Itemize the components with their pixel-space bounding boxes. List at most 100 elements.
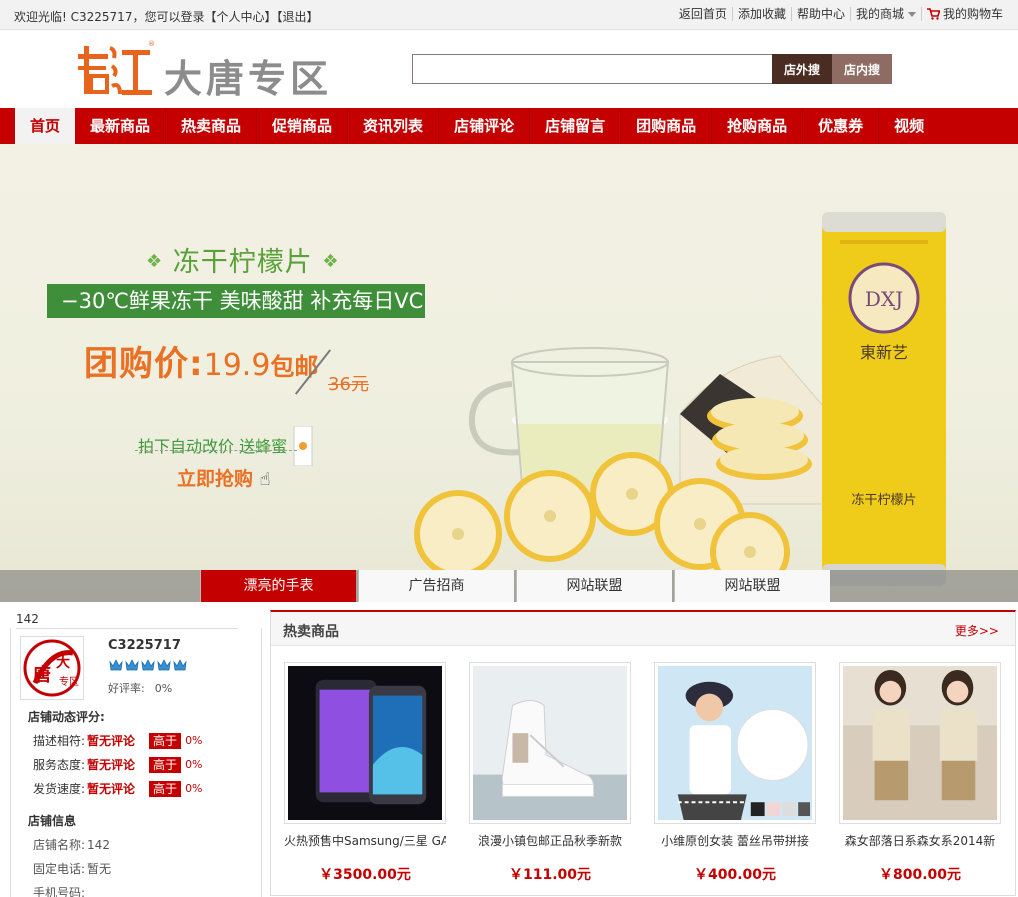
dress-image	[843, 666, 997, 820]
crown-icon	[157, 659, 171, 671]
svg-text:大: 大	[56, 654, 70, 671]
product-name[interactable]: 火热预售中Samsung/三星 GA	[284, 832, 446, 850]
shop-rating-crowns	[109, 658, 187, 672]
product-price: ￥400.00元	[693, 867, 777, 883]
score-label: 描述相符:	[33, 734, 86, 748]
banner-price: 团购价:19.9包邮	[84, 336, 318, 385]
product-card[interactable]: 火热预售中Samsung/三星 GA ￥3500.00元	[284, 662, 446, 884]
search-bar: 店外搜 店内搜	[412, 54, 892, 84]
info-label: 店铺名称:	[33, 838, 86, 852]
product-card[interactable]: 浪漫小镇包邮正品秋季新款 ￥111.00元	[469, 662, 631, 884]
logout-link[interactable]: 【退出】	[276, 10, 318, 24]
lower-section: 142 大 唐 专区 C3225717 好评率: 0% 店铺动态评分: 描述相符:…	[0, 602, 1018, 897]
product-name[interactable]: 小维原创女装 蕾丝吊带拼接	[654, 832, 816, 850]
top-bar: 欢迎光临! C3225717，您可以登录【个人中心】【退出】 返回首页 添加收藏…	[0, 0, 1018, 30]
promo-banner[interactable]: ❖ 冻干柠檬片 ❖ −30℃鲜果冻干 美味酸甜 补充每日VC 团购价:19.9包…	[0, 144, 1018, 602]
score-badge: 高于	[149, 732, 182, 749]
banner-tab-alliance-2[interactable]: 网站联盟	[674, 570, 830, 602]
banner-buy-link[interactable]: 立即抢购 ☝	[177, 464, 271, 491]
svg-text:专区: 专区	[59, 675, 79, 688]
score-percent: 0%	[185, 782, 203, 795]
product-image[interactable]	[284, 662, 446, 824]
banner-tab-watch[interactable]: 漂亮的手表	[200, 570, 356, 602]
nav-home[interactable]: 首页	[15, 108, 75, 144]
nav-promotions[interactable]: 促销商品	[257, 108, 349, 144]
crown-icon	[141, 659, 155, 671]
shop-info-title: 店铺信息	[28, 814, 77, 828]
crown-icon	[173, 659, 187, 671]
shop-name[interactable]: C3225717	[108, 638, 181, 653]
product-image[interactable]	[839, 662, 1001, 824]
user-center-link[interactable]: 【个人中心】	[204, 10, 276, 24]
shop-id: 142	[16, 612, 39, 626]
search-input[interactable]	[412, 54, 772, 84]
product-name[interactable]: 浪漫小镇包邮正品秋季新款	[469, 832, 631, 850]
dynamic-score-title: 店铺动态评分:	[28, 710, 105, 724]
ornament-icon: ❖	[146, 251, 164, 272]
score-row-shipping: 发货速度: 暂无评论 高于 0%	[33, 780, 203, 797]
price-label: 团购价:	[84, 344, 204, 384]
product-card[interactable]: 小维原创女装 蕾丝吊带拼接 ￥400.00元	[654, 662, 816, 884]
banner-tabs: 漂亮的手表 广告招商 网站联盟 网站联盟	[0, 570, 1018, 602]
nav-new-products[interactable]: 最新商品	[75, 108, 167, 144]
home-link[interactable]: 返回首页	[674, 7, 732, 21]
my-mall-label: 我的商城	[855, 7, 904, 21]
score-badge: 高于	[149, 756, 182, 773]
banner-tab-ads[interactable]: 广告招商	[358, 570, 514, 602]
info-shop-name: 店铺名称: 142	[33, 836, 110, 853]
good-rate: 好评率: 0%	[108, 680, 172, 696]
info-phone: 固定电话: 暂无	[33, 860, 111, 877]
can-label: 冻干柠檬片	[851, 492, 916, 508]
crown-icon	[109, 659, 123, 671]
search-outside-button[interactable]: 店外搜	[772, 54, 832, 84]
divider	[16, 628, 238, 629]
sneaker-image	[473, 666, 627, 820]
nav-shop-messages[interactable]: 店铺留言	[530, 108, 622, 144]
more-link[interactable]: 更多>>	[955, 622, 999, 639]
honey-sachet-icon	[293, 425, 313, 467]
score-percent: 0%	[185, 734, 203, 747]
svg-text:®: ®	[148, 40, 155, 48]
add-favorite-link[interactable]: 添加收藏	[731, 7, 791, 21]
info-label: 手机号码:	[33, 886, 86, 897]
welcome-message: 欢迎光临! C3225717，您可以登录	[14, 10, 205, 24]
product-name[interactable]: 森女部落日系森女系2014新	[839, 832, 1001, 850]
nav-hot-products[interactable]: 热卖商品	[166, 108, 258, 144]
banner-tab-alliance-1[interactable]: 网站联盟	[516, 570, 672, 602]
good-rate-value: 0%	[154, 682, 173, 695]
buy-now-text: 立即抢购	[177, 468, 254, 490]
product-price: ￥800.00元	[878, 867, 962, 883]
brand-logo[interactable]: ®	[76, 36, 156, 102]
banner-title-text: 冻干柠檬片	[172, 247, 313, 278]
product-image[interactable]	[469, 662, 631, 824]
nav-flash-sale[interactable]: 抢购商品	[712, 108, 804, 144]
product-image[interactable]	[654, 662, 816, 824]
product-price: ￥3500.00元	[319, 867, 411, 883]
info-value: 142	[87, 838, 110, 852]
nav-video[interactable]: 视频	[879, 108, 939, 144]
welcome-text: 欢迎光临! C3225717，您可以登录【个人中心】【退出】	[14, 8, 318, 25]
nav-group-buy[interactable]: 团购商品	[621, 108, 713, 144]
nav-shop-reviews[interactable]: 店铺评论	[439, 108, 531, 144]
product-card[interactable]: 森女部落日系森女系2014新 ￥800.00元	[839, 662, 1001, 884]
hot-products-header: 热卖商品 更多>>	[271, 612, 1015, 646]
hot-products-panel: 热卖商品 更多>> 火热预售中Samsung/三星 GA ￥3500.00元 浪…	[270, 610, 1016, 896]
cart-icon	[926, 8, 940, 20]
my-mall-link[interactable]: 我的商城	[849, 7, 921, 21]
score-row-service: 服务态度: 暂无评论 高于 0%	[33, 756, 203, 773]
score-value: 暂无评论	[87, 758, 136, 772]
lace-top-image	[658, 666, 812, 820]
svg-text:唐: 唐	[33, 664, 51, 686]
shop-avatar[interactable]: 大 唐 专区	[20, 636, 84, 700]
my-cart-link[interactable]: 我的购物车	[920, 7, 1008, 21]
search-inside-button[interactable]: 店内搜	[832, 54, 892, 84]
nav-news[interactable]: 资讯列表	[348, 108, 440, 144]
top-links: 返回首页 添加收藏 帮助中心 我的商城 我的购物车	[674, 7, 1008, 21]
banner-product-illustration: DXJ 東新艺 冻干柠檬片	[414, 212, 946, 592]
nav-coupons[interactable]: 优惠券	[803, 108, 880, 144]
info-label: 固定电话:	[33, 862, 86, 876]
banner-gift: 拍下自动改价 送蜂蜜	[138, 425, 314, 467]
help-center-link[interactable]: 帮助中心	[790, 7, 850, 21]
hand-cursor-icon: ☝	[259, 469, 271, 490]
score-label: 发货速度:	[33, 782, 86, 796]
